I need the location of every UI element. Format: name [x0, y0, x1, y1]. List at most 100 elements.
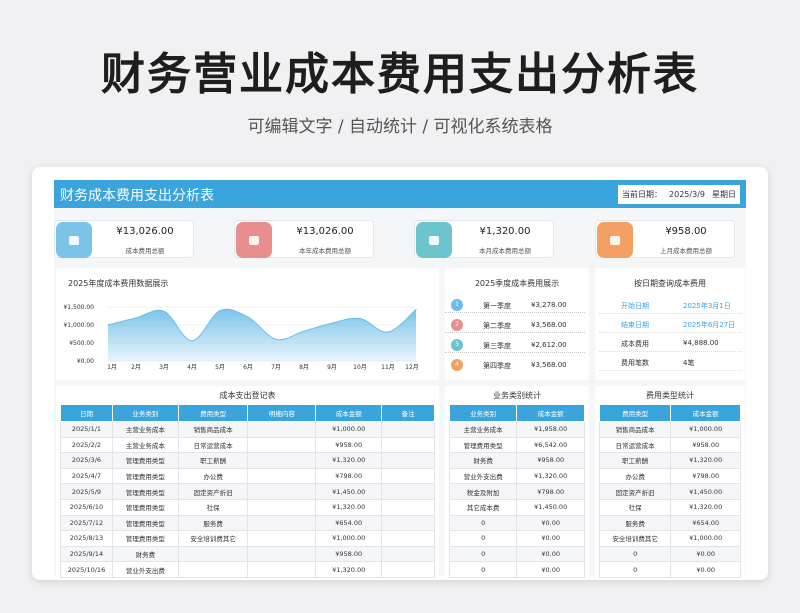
kpi-icon [236, 222, 272, 258]
table-row: 2025/7/12 管理费用类型 服务费 ¥654.00 [60, 514, 435, 532]
table-cell: 日常运营成本 [177, 436, 249, 454]
quarter-row: 1 第一季度 ¥3,278.00 [445, 299, 585, 313]
table-row: 2025/1/1 主营业务成本 销售商品成本 ¥1,000.00 [60, 421, 435, 438]
table-cell [247, 530, 317, 547]
data-point [303, 330, 305, 332]
x-tick-label: 7月 [271, 364, 281, 371]
x-tick-label: 10月 [353, 364, 367, 371]
kpi-icon [597, 222, 633, 258]
table-cell: 管理费用类型 [111, 467, 179, 485]
table-cell: 职工薪酬 [598, 452, 672, 469]
table-cell: ¥958.00 [315, 436, 383, 454]
table-cell: ¥1,000.00 [670, 421, 741, 438]
table-header-row: 费用类型 成本金额 [598, 404, 741, 422]
column-header: 成本金额 [516, 404, 585, 422]
table-cell: ¥1,450.00 [516, 498, 585, 516]
table-row: 2025/9/14 财务费 ¥958.00 [60, 545, 435, 563]
date-label: 当前日期： [622, 190, 662, 199]
table-cell: ¥798.00 [670, 467, 741, 485]
query-row[interactable]: 结束日期 2025年6月27日 [599, 315, 742, 333]
table-cell: 营业外支出费 [448, 467, 518, 485]
date-box[interactable]: 当前日期： 2025/3/9 星期日 [618, 185, 740, 204]
table-row: 其它成本费 ¥1,450.00 [448, 498, 585, 516]
table-row: 日常运营成本 ¥958.00 [598, 436, 741, 454]
table-cell: 办公费 [177, 467, 249, 485]
table-cell: ¥958.00 [670, 436, 741, 454]
table-cell [247, 467, 317, 485]
table-header-row: 业务类别 成本金额 [448, 404, 585, 422]
column-header: 费用类型 [598, 404, 672, 422]
column-header: 日期 [60, 404, 113, 422]
table-row: 社保 ¥1,320.00 [598, 498, 741, 516]
table-cell: ¥0.00 [516, 561, 585, 578]
quarter-name: 第二季度 [483, 322, 511, 330]
x-tick-label: 6月 [243, 364, 253, 371]
table-cell: 固定资产折旧 [598, 483, 672, 500]
table-row: 营业外支出费 ¥1,320.00 [448, 467, 585, 485]
kpi-value: ¥13,026.00 [116, 226, 174, 237]
table-row: 办公费 ¥798.00 [598, 467, 741, 485]
kpi-icon [56, 222, 92, 258]
table-cell: 2025/10/16 [60, 561, 113, 578]
query-value[interactable]: 2025年6月27日 [683, 320, 735, 330]
table-cell: ¥0.00 [516, 530, 585, 547]
table-cell [381, 498, 435, 516]
table-row: 0 ¥0.00 [448, 514, 585, 532]
quarter-panel: 2025季度成本费用展示 1 第一季度 ¥3,278.00 2 第二季度 ¥3,568.0… [445, 268, 589, 380]
expense-table: 费用类型 成本金额 销售商品成本 ¥1,000.00 日常运营成本 ¥958.00 职工薪酬… [598, 404, 741, 578]
expense-panel: 费用类型统计 费用类型 成本金额 销售商品成本 ¥1,000.00 日常运营成本 ¥958… [595, 386, 745, 578]
x-tick-label: 9月 [327, 364, 337, 371]
table-cell: 2025/5/9 [60, 483, 113, 500]
column-header: 业务类别 [448, 404, 518, 422]
table-cell: 2025/1/1 [60, 421, 113, 438]
data-point [387, 331, 389, 333]
table-cell: ¥1,000.00 [315, 530, 383, 547]
table-cell: 管理费用类型 [111, 483, 179, 500]
table-cell: ¥1,450.00 [315, 483, 383, 500]
data-point [163, 310, 165, 312]
kpi-value: ¥1,320.00 [479, 226, 531, 237]
table-cell: 2025/6/10 [60, 498, 113, 516]
header-bar: 财务成本费用支出分析表 当前日期： 2025/3/9 星期日 [54, 180, 746, 208]
x-tick-label: 5月 [215, 364, 225, 371]
yearly-area-chart: ¥1,500.00 ¥1,000.00 ¥500.00 ¥0.00 1月 2月 3月 4月 5月… [63, 304, 418, 371]
table-cell: ¥0.00 [516, 545, 585, 563]
table-cell: 0 [448, 514, 518, 532]
query-value[interactable]: 2025年3月1日 [683, 301, 731, 311]
column-header: 业务类别 [111, 404, 179, 422]
table-cell: ¥654.00 [670, 514, 741, 532]
kpi-icon [416, 222, 452, 258]
y-tick-label: ¥1,000.00 [63, 322, 94, 329]
kpi-card: ¥958.00 上月成本费用总额 [595, 220, 735, 258]
table-cell: 2025/4/7 [60, 467, 113, 485]
data-point [415, 308, 417, 311]
date-query-panel: 按日期查询成本费用 开始日期 2025年3月1日 结束日期 2025年6月27日 成本费… [595, 268, 745, 380]
query-key: 费用笔数 [621, 359, 649, 367]
quarter-number-badge: 2 [451, 319, 463, 331]
table-cell: 服务费 [177, 514, 249, 532]
table-row: 2025/4/7 管理费用类型 办公费 ¥798.00 [60, 467, 435, 485]
table-cell: ¥0.00 [670, 561, 741, 578]
table-row: 服务费 ¥654.00 [598, 514, 741, 532]
table-cell [381, 421, 435, 438]
kpi-label: 本月成本费用总额 [479, 247, 531, 255]
quarter-value: ¥2,612.00 [531, 341, 567, 349]
table-cell: 职工薪酬 [177, 452, 249, 469]
table-cell: 管理费用类型 [111, 452, 179, 469]
query-key: 结束日期 [621, 321, 649, 329]
table-cell [381, 436, 435, 454]
data-point [247, 316, 249, 318]
date-value: 2025/3/9 [669, 190, 705, 199]
table-cell [177, 545, 249, 563]
quarter-name: 第三季度 [483, 342, 511, 350]
table-cell [247, 514, 317, 532]
query-value: ¥4,888.00 [683, 339, 719, 347]
query-row[interactable]: 开始日期 2025年3月1日 [599, 296, 742, 314]
table-cell: 安全培训费其它 [177, 530, 249, 547]
table-cell: 2025/2/2 [60, 436, 113, 454]
table-cell: 社保 [598, 498, 672, 516]
column-header: 成本金额 [315, 404, 383, 422]
column-header: 备注 [381, 404, 435, 422]
table-cell: 办公费 [598, 467, 672, 485]
ledger-panel: 成本支出登记表 日期 业务类别 费用类型 明细内容 成本金额 备注 2025/1/1 主营业务… [56, 386, 439, 578]
